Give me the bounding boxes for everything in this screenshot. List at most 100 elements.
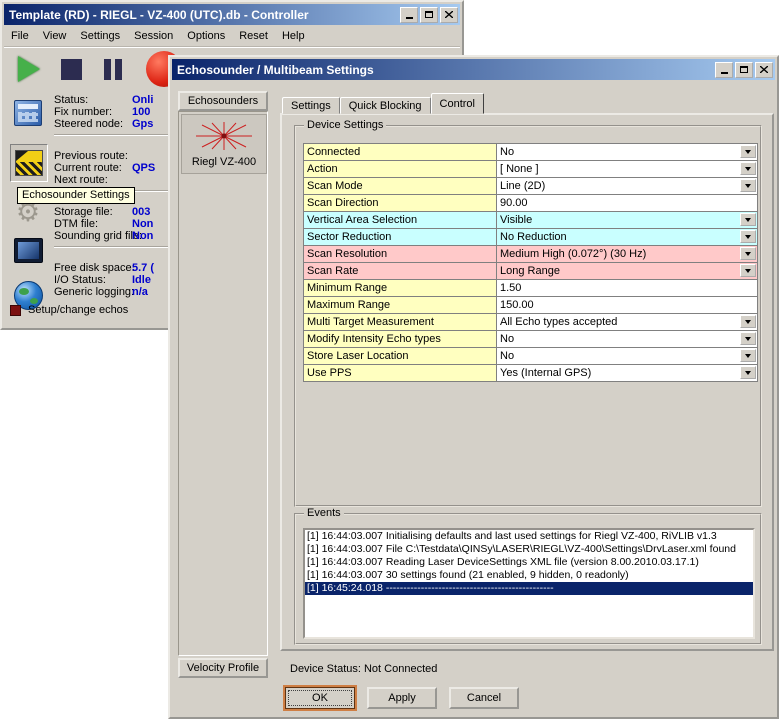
combo-dropdown-button[interactable] <box>740 332 756 345</box>
menu-settings[interactable]: Settings <box>73 27 127 45</box>
setting-value[interactable]: No <box>497 348 758 365</box>
setting-row: Vertical Area SelectionVisible <box>304 212 758 229</box>
status-message: Setup/change echos <box>28 304 128 316</box>
setting-label: Scan Direction <box>304 195 497 212</box>
setting-value[interactable]: 90.00 <box>497 195 758 212</box>
menu-help[interactable]: Help <box>275 27 312 45</box>
apply-button[interactable]: Apply <box>367 687 437 709</box>
setting-value[interactable]: 150.00 <box>497 297 758 314</box>
status-led-icon <box>10 305 21 316</box>
status-group: Free disk space:5.7 (I/O Status:IdleGene… <box>54 262 170 302</box>
setting-value[interactable]: No <box>497 331 758 348</box>
echosounders-header[interactable]: Echosounders <box>178 91 268 111</box>
device-label: Riegl VZ-400 <box>192 156 256 168</box>
combo-dropdown-button[interactable] <box>740 145 756 158</box>
combo-dropdown-button[interactable] <box>740 213 756 226</box>
setting-value[interactable]: All Echo types accepted <box>497 314 758 331</box>
event-log-line[interactable]: [1] 16:44:03.007 File C:\Testdata\QINSy\… <box>305 543 753 556</box>
computation-icon <box>14 100 42 126</box>
display-button[interactable] <box>10 232 46 268</box>
menu-view[interactable]: View <box>36 27 74 45</box>
setting-value[interactable]: Long Range <box>497 263 758 280</box>
combo-dropdown-button[interactable] <box>740 179 756 192</box>
menu-session[interactable]: Session <box>127 27 180 45</box>
setting-value[interactable]: No Reduction <box>497 229 758 246</box>
event-log-line[interactable]: [1] 16:44:03.007 Reading Laser DeviceSet… <box>305 556 753 569</box>
echosounder-settings-button[interactable] <box>10 144 48 182</box>
status-message-row: Setup/change echos <box>10 304 128 316</box>
chevron-down-icon <box>745 354 751 358</box>
cancel-button[interactable]: Cancel <box>449 687 519 709</box>
maximize-button[interactable] <box>420 7 438 23</box>
combo-dropdown-button[interactable] <box>740 366 756 379</box>
setting-value[interactable]: Line (2D) <box>497 178 758 195</box>
setting-value[interactable]: No <box>497 144 758 161</box>
combo-dropdown-button[interactable] <box>740 349 756 362</box>
status-group: Status:OnliFix number:100Steered node:Gp… <box>54 94 170 135</box>
status-label: Fix number: <box>54 106 132 118</box>
combo-dropdown-button[interactable] <box>740 162 756 175</box>
pause-button[interactable] <box>94 51 132 87</box>
tab-quick-blocking[interactable]: Quick Blocking <box>340 97 431 114</box>
tab-settings[interactable]: Settings <box>282 97 340 114</box>
setting-label: Use PPS <box>304 365 497 382</box>
events-list[interactable]: [1] 16:44:03.007 Initialising defaults a… <box>303 528 755 639</box>
setting-value[interactable]: Medium High (0.072°) (30 Hz) <box>497 246 758 263</box>
chevron-down-icon <box>745 371 751 375</box>
setting-row: Scan ModeLine (2D) <box>304 178 758 195</box>
device-list-item[interactable]: Riegl VZ-400 <box>181 114 267 174</box>
setting-value[interactable]: [ None ] <box>497 161 758 178</box>
tooltip: Echosounder Settings <box>17 187 135 204</box>
tab-control[interactable]: Control <box>431 93 484 114</box>
ok-button[interactable]: OK <box>285 687 355 709</box>
menu-options[interactable]: Options <box>180 27 232 45</box>
toolbar <box>4 48 182 90</box>
combo-dropdown-button[interactable] <box>740 230 756 243</box>
setting-value-text: No Reduction <box>500 231 567 243</box>
event-log-line[interactable]: [1] 16:44:03.007 Initialising defaults a… <box>305 530 753 543</box>
stop-button[interactable] <box>52 51 90 87</box>
velocity-profile-button[interactable]: Velocity Profile <box>178 658 268 678</box>
events-title: Events <box>304 507 344 520</box>
dialog-close-button[interactable] <box>755 62 773 78</box>
setting-row: Sector ReductionNo Reduction <box>304 229 758 246</box>
status-label: Steered node: <box>54 118 132 130</box>
setting-label: Vertical Area Selection <box>304 212 497 229</box>
chevron-down-icon <box>745 167 751 171</box>
tab-content: Device Settings ConnectedNoAction[ None … <box>280 113 774 651</box>
play-button[interactable] <box>10 51 48 87</box>
event-log-line[interactable]: [1] 16:44:03.007 30 settings found (21 e… <box>305 569 753 582</box>
setting-label: Action <box>304 161 497 178</box>
computation-setup-button[interactable] <box>10 95 46 131</box>
status-row: Fix number:100 <box>54 106 170 118</box>
close-button[interactable] <box>440 7 458 23</box>
event-log-line[interactable]: [1] 16:45:24.018 -----------------------… <box>305 582 753 595</box>
menu-reset[interactable]: Reset <box>232 27 275 45</box>
status-row: Status:Onli <box>54 94 170 106</box>
status-label: Sounding grid file: <box>54 230 132 242</box>
setting-row: Use PPSYes (Internal GPS) <box>304 365 758 382</box>
status-row: Previous route: <box>54 150 170 162</box>
laser-scanner-icon <box>192 120 256 154</box>
main-titlebar[interactable]: Template (RD) - RIEGL - VZ-400 (UTC).db … <box>4 4 460 25</box>
setting-value[interactable]: Yes (Internal GPS) <box>497 365 758 382</box>
minimize-button[interactable] <box>400 7 418 23</box>
combo-dropdown-button[interactable] <box>740 315 756 328</box>
setting-row: Scan RateLong Range <box>304 263 758 280</box>
stop-icon <box>61 59 82 80</box>
status-value: QPS <box>132 162 155 174</box>
dialog-titlebar[interactable]: Echosounder / Multibeam Settings <box>172 59 775 80</box>
status-row: Current route:QPS <box>54 162 170 174</box>
echosounders-list: Riegl VZ-400 <box>178 111 268 656</box>
setting-value-text: [ None ] <box>500 163 539 175</box>
setting-row: Multi Target MeasurementAll Echo types a… <box>304 314 758 331</box>
combo-dropdown-button[interactable] <box>740 247 756 260</box>
combo-dropdown-button[interactable] <box>740 264 756 277</box>
setting-value[interactable]: 1.50 <box>497 280 758 297</box>
setting-value-text: No <box>500 146 514 158</box>
menu-file[interactable]: File <box>4 27 36 45</box>
status-value: 5.7 ( <box>132 262 154 274</box>
dialog-minimize-button[interactable] <box>715 62 733 78</box>
dialog-maximize-button[interactable] <box>735 62 753 78</box>
setting-value[interactable]: Visible <box>497 212 758 229</box>
